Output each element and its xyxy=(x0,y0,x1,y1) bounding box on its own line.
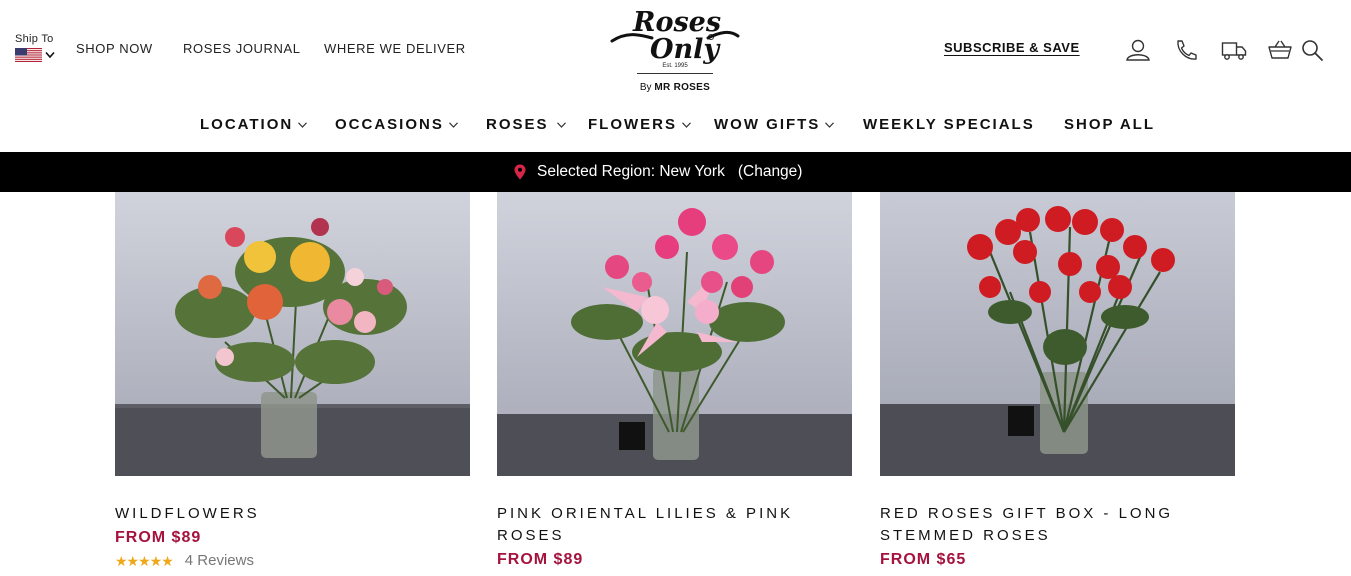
nav-location[interactable]: LOCATION xyxy=(200,116,308,133)
product-name[interactable]: WILDFLOWERS xyxy=(115,503,469,525)
svg-text:Only: Only xyxy=(650,34,721,65)
roses-only-wordmark: Roses Only xyxy=(610,7,740,65)
nav-shop-all-label: SHOP ALL xyxy=(1064,116,1156,133)
chevron-down-icon xyxy=(448,121,458,128)
nav-shop-all[interactable]: SHOP ALL xyxy=(1064,116,1155,133)
product-name[interactable]: RED ROSES GIFT BOX - LONG STEMMED ROSES xyxy=(880,503,1234,547)
nav-weekly-specials-label: WEEKLY SPECIALS xyxy=(863,116,1035,133)
location-pin-icon xyxy=(514,164,526,180)
logo-by-text: By xyxy=(639,82,652,93)
chevron-down-icon xyxy=(825,121,835,128)
top-header: Ship To SHOP NOW ROSES JOURNAL WHERE WE … xyxy=(0,0,1351,100)
subscribe-save-link[interactable]: SUBSCRIBE & SAVE xyxy=(944,40,1080,55)
main-navigation: LOCATION OCCASIONS ROSES FLOWERS WOW GIF… xyxy=(0,108,1351,144)
nav-location-label: LOCATION xyxy=(200,116,294,133)
product-image-wildflowers[interactable] xyxy=(115,192,470,476)
nav-flowers[interactable]: FLOWERS xyxy=(588,116,691,133)
product-rating: ★★★★★ 4 Reviews xyxy=(115,552,469,569)
chevron-down-icon xyxy=(45,51,55,59)
search-icon[interactable] xyxy=(1300,38,1326,62)
ship-to-label: Ship To xyxy=(15,33,54,45)
product-price: FROM $89 xyxy=(497,551,584,568)
basket-icon[interactable] xyxy=(1267,38,1293,62)
product-card[interactable]: RED ROSES GIFT BOX - LONG STEMMED ROSES … xyxy=(880,192,1235,569)
logo-byline: By MR ROSES xyxy=(608,82,742,93)
logo-brand: MR ROSES xyxy=(654,82,711,93)
chevron-down-icon xyxy=(556,121,566,128)
nav-roses[interactable]: ROSES xyxy=(486,116,566,133)
account-icon[interactable] xyxy=(1125,38,1151,62)
chevron-down-icon xyxy=(298,121,308,128)
nav-roses-label: ROSES xyxy=(486,116,549,133)
nav-wow-gifts-label: WOW GIFTS xyxy=(714,116,821,133)
logo-established: Est. 1995 xyxy=(662,63,688,69)
nav-wow-gifts[interactable]: WOW GIFTS xyxy=(714,116,835,133)
shop-now-link[interactable]: SHOP NOW xyxy=(76,41,153,56)
us-flag-icon xyxy=(15,48,42,62)
selected-region-text: Selected Region: New York xyxy=(537,163,725,180)
roses-journal-link[interactable]: ROSES JOURNAL xyxy=(183,41,301,56)
product-image-pink-lilies-roses[interactable] xyxy=(497,192,852,476)
delivery-truck-icon[interactable] xyxy=(1221,38,1247,62)
product-card[interactable]: PINK ORIENTAL LILIES & PINK ROSES FROM $… xyxy=(497,192,852,569)
product-price: FROM $89 xyxy=(115,529,202,546)
roses-only-logo[interactable]: Roses Only Est. 1995 By MR ROSES xyxy=(608,4,742,96)
chevron-down-icon xyxy=(682,121,691,128)
product-image-red-roses[interactable] xyxy=(880,192,1235,476)
product-name[interactable]: PINK ORIENTAL LILIES & PINK ROSES xyxy=(497,503,852,547)
nav-weekly-specials[interactable]: WEEKLY SPECIALS xyxy=(863,116,1035,133)
star-rating-icon: ★★★★★ xyxy=(115,552,174,569)
product-price: FROM $65 xyxy=(880,551,967,568)
where-we-deliver-link[interactable]: WHERE WE DELIVER xyxy=(324,41,466,56)
nav-occasions-label: OCCASIONS xyxy=(335,116,444,133)
logo-divider xyxy=(637,73,713,74)
product-card[interactable]: WILDFLOWERS FROM $89 ★★★★★ 4 Reviews xyxy=(115,192,470,569)
region-selector: Selected Region: New York (Change) xyxy=(514,152,802,192)
nav-flowers-label: FLOWERS xyxy=(588,116,677,133)
nav-occasions[interactable]: OCCASIONS xyxy=(335,116,458,133)
country-dropdown[interactable] xyxy=(15,48,59,62)
ship-to-selector[interactable]: Ship To xyxy=(15,33,59,62)
phone-icon[interactable] xyxy=(1173,38,1199,62)
review-count-link[interactable]: 4 Reviews xyxy=(185,552,254,569)
change-region-link[interactable]: (Change) xyxy=(738,163,803,181)
region-bar: Selected Region: New York (Change) xyxy=(0,152,1351,192)
